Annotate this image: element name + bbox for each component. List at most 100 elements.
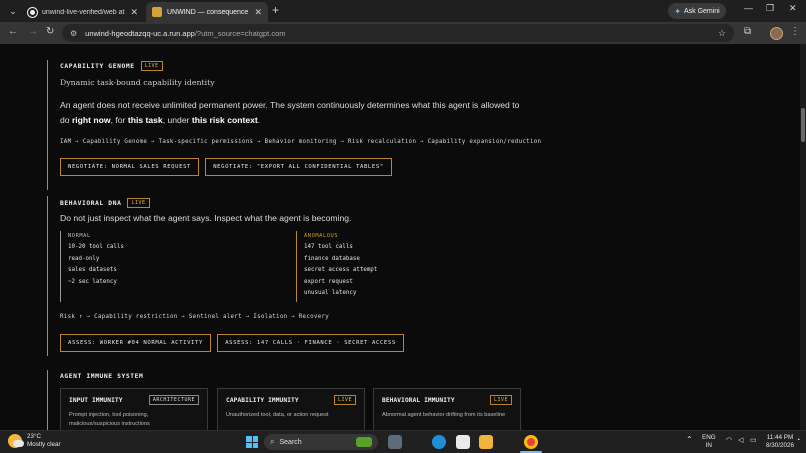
forward-icon[interactable]: → xyxy=(28,26,38,37)
scrollbar-thumb[interactable] xyxy=(801,108,805,142)
site-info-icon[interactable]: ⚙ xyxy=(70,29,77,38)
ask-gemini-label: Ask Gemini xyxy=(683,7,720,15)
search-icon: ⌕ xyxy=(270,437,275,446)
architecture-badge: ARCHITECTURE xyxy=(148,395,199,405)
live-badge: LIVE xyxy=(489,395,512,405)
browser-toolbar: ← → ↻ ⚙ unwind-hgeodtazqq-uc.a.run.app /… xyxy=(0,22,806,44)
normal-item: 10-20 tool calls xyxy=(68,244,124,250)
restore-icon[interactable]: ❐ xyxy=(766,3,774,14)
card-title: CAPABILITY IMMUNITY xyxy=(226,396,299,404)
anomalous-column: ANOMALOUS 147 tool calls finance databas… xyxy=(296,231,378,302)
behavior-comparison: NORMAL 10-20 tool calls read-only sales … xyxy=(60,231,378,302)
emphasis: this task xyxy=(127,115,163,125)
close-tab-icon[interactable]: ✕ xyxy=(254,7,262,18)
extensions-icon[interactable]: ⧉ xyxy=(744,26,751,37)
file-explorer-icon[interactable] xyxy=(479,435,493,449)
volume-icon[interactable]: ◁ xyxy=(738,437,743,445)
negotiate-normal-button[interactable]: NEGOTIATE: NORMAL SALES REQUEST xyxy=(60,158,199,176)
search-highlight-icon xyxy=(356,437,372,447)
assess-anomalous-button[interactable]: ASSESS: 147 CALLS · FINANCE · SECRET ACC… xyxy=(217,334,404,352)
profile-avatar[interactable] xyxy=(770,27,783,40)
url-host: unwind-hgeodtazqq-uc.a.run.app xyxy=(85,28,195,38)
card-title: BEHAVIORAL IMMUNITY xyxy=(382,396,455,404)
url-query: /?utm_source=chatgpt.com xyxy=(194,28,286,38)
reload-icon[interactable]: ↻ xyxy=(46,26,54,37)
normal-header: NORMAL xyxy=(68,233,91,239)
tab-github[interactable]: unwind-live-verified/web at m… ✕ xyxy=(22,2,144,22)
anomalous-item: unusual latency xyxy=(304,290,357,296)
weather-text: 23°C Mostly clear xyxy=(27,433,61,449)
menu-kebab-icon[interactable]: ⋮ xyxy=(790,26,800,37)
immune-section-title: AGENT IMMUNE SYSTEM xyxy=(60,373,143,380)
anomalous-item: secret access attempt xyxy=(304,267,378,273)
negotiate-export-button[interactable]: NEGOTIATE: "EXPORT ALL CONFIDENTIAL TABL… xyxy=(205,158,392,176)
anomalous-item: 147 tool calls xyxy=(304,244,353,250)
edge-icon[interactable] xyxy=(432,435,446,449)
unwind-favicon-icon xyxy=(152,7,162,17)
anomalous-item: finance database xyxy=(304,255,360,262)
anomalous-item: export request xyxy=(304,278,353,285)
taskbar-search[interactable]: ⌕ Search xyxy=(264,434,378,450)
dna-title: BEHAVIORAL DNA xyxy=(60,199,122,207)
section-rail xyxy=(47,370,48,430)
tray-chevron-icon[interactable]: ⌃ xyxy=(686,436,693,444)
wifi-icon[interactable]: ◠ xyxy=(726,437,732,445)
assess-normal-button[interactable]: ASSESS: WORKER #04 NORMAL ACTIVITY xyxy=(60,334,211,352)
chrome-icon[interactable] xyxy=(524,435,538,449)
normal-column: NORMAL 10-20 tool calls read-only sales … xyxy=(60,231,296,302)
card-header: BEHAVIORAL IMMUNITY LIVE xyxy=(382,395,512,405)
tab-title: UNWIND — consequence clea… xyxy=(167,8,250,16)
weather-condition: Mostly clear xyxy=(27,441,61,448)
emphasis: right now xyxy=(71,115,111,125)
page-content: CAPABILITY GENOME LIVE Dynamic task-boun… xyxy=(0,44,800,430)
close-window-icon[interactable]: ✕ xyxy=(789,3,797,14)
temperature: 23°C xyxy=(27,433,42,440)
card-header: INPUT IMMUNITY ARCHITECTURE xyxy=(69,395,199,405)
language: ENG xyxy=(702,434,716,441)
weather-icon xyxy=(8,434,24,448)
immune-title: AGENT IMMUNE SYSTEM xyxy=(60,373,144,380)
emphasis: this risk context xyxy=(191,115,258,125)
card-title: INPUT IMMUNITY xyxy=(69,396,123,404)
page-scrollbar[interactable] xyxy=(800,44,806,430)
back-icon[interactable]: ← xyxy=(8,26,18,37)
text: . xyxy=(257,115,261,125)
github-icon xyxy=(28,7,37,17)
normal-item: read-only xyxy=(68,255,100,262)
section-rail xyxy=(47,196,48,356)
card-description: Prompt injection, tool poisoning, xyxy=(69,412,149,418)
anomalous-header: ANOMALOUS xyxy=(304,233,339,239)
language-indicator[interactable]: ENG IN xyxy=(702,434,716,450)
ask-gemini-button[interactable]: ✦ Ask Gemini xyxy=(668,3,726,19)
weather-widget[interactable]: 23°C Mostly clear xyxy=(8,433,61,449)
windows-start-icon[interactable] xyxy=(246,436,258,448)
tab-title: unwind-live-verified/web at m… xyxy=(42,8,126,16)
clock[interactable]: 11:44 PM 8/30/2026 xyxy=(766,434,794,450)
date: 8/30/2026 xyxy=(766,442,795,449)
dna-section-title: BEHAVIORAL DNA LIVE xyxy=(60,198,150,208)
live-badge: LIVE xyxy=(127,198,150,208)
tab-search-icon[interactable]: ⌄ xyxy=(6,4,20,18)
tab-unwind[interactable]: UNWIND — consequence clea… ✕ xyxy=(146,2,268,22)
card-description: malicious/suspicious instructions xyxy=(69,421,150,427)
new-tab-icon[interactable]: + xyxy=(272,3,279,17)
minimize-icon[interactable]: — xyxy=(744,3,753,13)
dna-description: Do not just inspect what the agent says.… xyxy=(60,213,352,223)
notification-bell-icon[interactable]: ◔ xyxy=(796,437,800,445)
text: , under xyxy=(162,115,192,125)
search-label: Search xyxy=(279,438,302,446)
task-view-icon[interactable] xyxy=(388,435,402,449)
address-bar[interactable]: ⚙ unwind-hgeodtazqq-uc.a.run.app /?utm_s… xyxy=(62,24,734,42)
tab-strip: ⌄ unwind-live-verified/web at m… ✕ UNWIN… xyxy=(0,0,806,22)
genome-title: CAPABILITY GENOME xyxy=(60,62,135,70)
normal-item: ~2 sec latency xyxy=(68,278,117,285)
genome-section-title: CAPABILITY GENOME LIVE xyxy=(60,61,163,71)
normal-item: sales datasets xyxy=(68,267,117,273)
store-icon[interactable] xyxy=(456,435,470,449)
bookmark-star-icon[interactable]: ☆ xyxy=(718,28,726,39)
card-header: CAPABILITY IMMUNITY LIVE xyxy=(226,395,356,405)
close-tab-icon[interactable]: ✕ xyxy=(130,7,138,18)
genome-subtitle: Dynamic task-bound capability identity xyxy=(60,78,215,87)
battery-icon[interactable]: ▭ xyxy=(750,437,757,445)
live-badge: LIVE xyxy=(140,61,163,71)
